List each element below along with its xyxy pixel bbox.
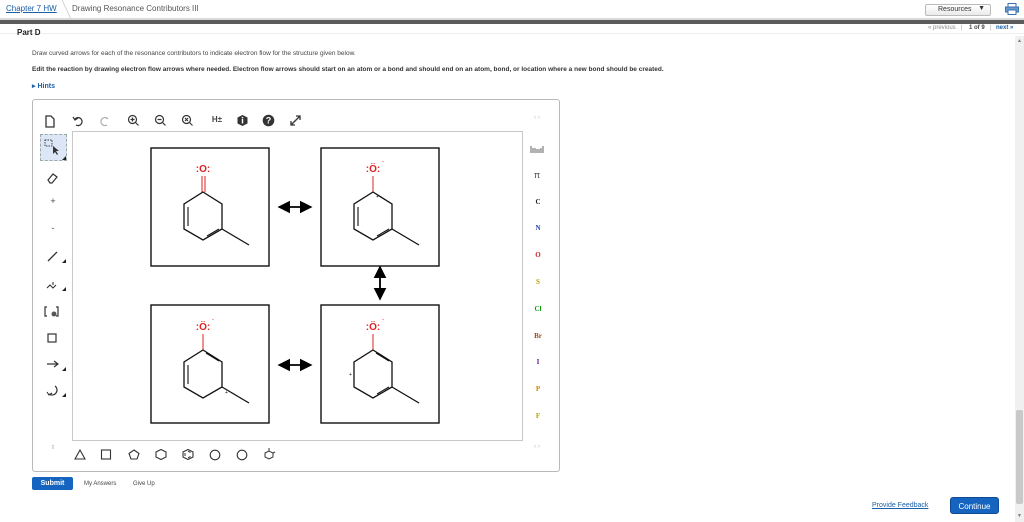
scroll-up-icon[interactable]: ▲ xyxy=(1015,38,1024,44)
cycloheptane-template-icon[interactable] xyxy=(209,449,223,461)
resonance-box-4[interactable]: :Ö: - + xyxy=(320,304,440,424)
instructions-bold-text: Edit the reaction by drawing electron fl… xyxy=(32,66,664,73)
cyclobutane-template-icon[interactable] xyxy=(100,449,114,460)
oxygen-anion-label[interactable]: :Ö: xyxy=(366,320,380,333)
hints-label: Hints xyxy=(37,83,55,90)
pager: « previous | 1 of 9 | next » xyxy=(0,24,1024,34)
select-tool[interactable] xyxy=(40,134,67,161)
scroll-down-icon[interactable]: ▼ xyxy=(1015,513,1024,519)
oxygen-anion-label[interactable]: :Ö: xyxy=(196,320,210,333)
give-up-link[interactable]: Give Up xyxy=(133,481,155,487)
cyclohexane-template-icon[interactable] xyxy=(155,449,169,460)
caret-down-icon: ▼ xyxy=(978,5,985,12)
rectangle-tool[interactable] xyxy=(46,332,60,344)
breadcrumb-title: Drawing Resonance Contributors III xyxy=(72,4,199,13)
element-o-button[interactable]: O xyxy=(530,251,546,259)
negative-charge-label: - xyxy=(382,159,384,165)
resources-dropdown[interactable]: Resources ▼ xyxy=(925,4,991,16)
hints-toggle[interactable]: ▸ Hints xyxy=(32,82,55,90)
cyclopentane-template-icon[interactable] xyxy=(128,449,142,460)
chair-template-icon[interactable] xyxy=(263,447,277,460)
resonance-structures-drawing: :O: :Ö: - + :Ö: - +:Ö: - + xyxy=(150,147,440,424)
page-scrollbar[interactable]: ▲ ▼ xyxy=(1015,36,1024,522)
submit-button[interactable]: Submit xyxy=(32,477,73,490)
cyclooctane-template-icon[interactable] xyxy=(236,449,250,461)
svg-text:?: ? xyxy=(266,116,272,126)
element-i-button[interactable]: I xyxy=(530,358,546,366)
element-f-button[interactable]: F xyxy=(530,412,546,420)
negative-charge-label: - xyxy=(212,317,214,323)
continue-button[interactable]: Continue xyxy=(950,497,999,514)
scroll-arrows-icon[interactable]: ⇕ xyxy=(46,444,60,451)
element-n-button[interactable]: N xyxy=(530,224,546,232)
provide-feedback-link[interactable]: Provide Feedback xyxy=(872,502,928,509)
undo-icon[interactable] xyxy=(72,115,86,128)
pi-bond-tool[interactable]: π xyxy=(530,170,544,180)
resonance-box-1[interactable]: :O: xyxy=(150,147,270,267)
top-bar: Chapter 7 HW Drawing Resonance Contribut… xyxy=(0,0,1024,20)
resonance-box-3[interactable]: :Ö: - + xyxy=(150,304,270,424)
lasso-select-icon xyxy=(44,139,59,155)
pager-divider: | xyxy=(961,25,963,31)
oxygen-anion-label[interactable]: :Ö: xyxy=(366,162,380,175)
positive-charge-label: + xyxy=(349,372,352,378)
plus-charge-tool[interactable]: + xyxy=(46,196,60,206)
new-document-icon[interactable] xyxy=(44,115,58,128)
element-s-button[interactable]: S xyxy=(530,278,546,286)
curved-arrow-tool[interactable] xyxy=(46,384,66,397)
benzene-template-icon[interactable] xyxy=(182,449,196,460)
element-p-button[interactable]: P xyxy=(530,385,546,393)
resources-label: Resources xyxy=(938,6,972,13)
part-title: Part D xyxy=(17,29,41,35)
eraser-icon[interactable] xyxy=(46,172,60,184)
scroll-arrows-icon[interactable]: ‹ › xyxy=(530,115,544,121)
chain-tool[interactable] xyxy=(46,278,66,291)
breadcrumb-chapter-link[interactable]: Chapter 7 HW xyxy=(6,4,57,13)
element-cl-button[interactable]: Cl xyxy=(530,305,546,313)
zoom-in-icon[interactable] xyxy=(127,114,141,127)
print-icon[interactable] xyxy=(1005,3,1019,15)
page-count: 1 of 9 xyxy=(969,25,985,31)
redo-icon[interactable] xyxy=(99,115,113,128)
negative-charge-label: - xyxy=(382,317,384,323)
previous-link[interactable]: « previous xyxy=(928,25,956,31)
instructions-text: Draw curved arrows for each of the reson… xyxy=(32,50,356,57)
oxygen-label[interactable]: :O: xyxy=(196,164,210,175)
hydrogen-toggle-button[interactable]: H± xyxy=(208,115,226,124)
cyclopropane-template-icon[interactable] xyxy=(74,449,88,460)
periodic-table-icon[interactable] xyxy=(530,144,544,154)
minus-charge-tool[interactable]: - xyxy=(46,223,60,233)
reaction-arrow-tool[interactable] xyxy=(46,358,66,371)
next-link[interactable]: next » xyxy=(996,25,1013,31)
bracket-tool[interactable] xyxy=(44,305,59,318)
zoom-out-icon[interactable] xyxy=(154,114,168,127)
my-answers-link[interactable]: My Answers xyxy=(84,481,116,487)
resonance-box-2[interactable]: :Ö: - + xyxy=(320,147,440,267)
fullscreen-icon[interactable] xyxy=(289,114,303,127)
element-c-button[interactable]: C xyxy=(530,198,546,206)
info-icon[interactable] xyxy=(236,114,250,127)
scroll-arrows-icon[interactable]: ‹ › xyxy=(530,444,544,450)
zoom-reset-icon[interactable] xyxy=(181,114,195,127)
element-br-button[interactable]: Br xyxy=(530,332,546,340)
drawing-canvas[interactable]: :O: :Ö: - + :Ö: - +:Ö: - + xyxy=(72,131,523,441)
molecule-sketcher: H± ? ‹ › + - ⇕ π C N O S Cl Br I P F ‹ ›… xyxy=(32,99,560,472)
help-icon[interactable]: ? xyxy=(262,114,276,127)
pager-divider: | xyxy=(990,25,992,31)
scrollbar-thumb[interactable] xyxy=(1016,410,1023,504)
single-bond-tool[interactable] xyxy=(46,250,66,263)
